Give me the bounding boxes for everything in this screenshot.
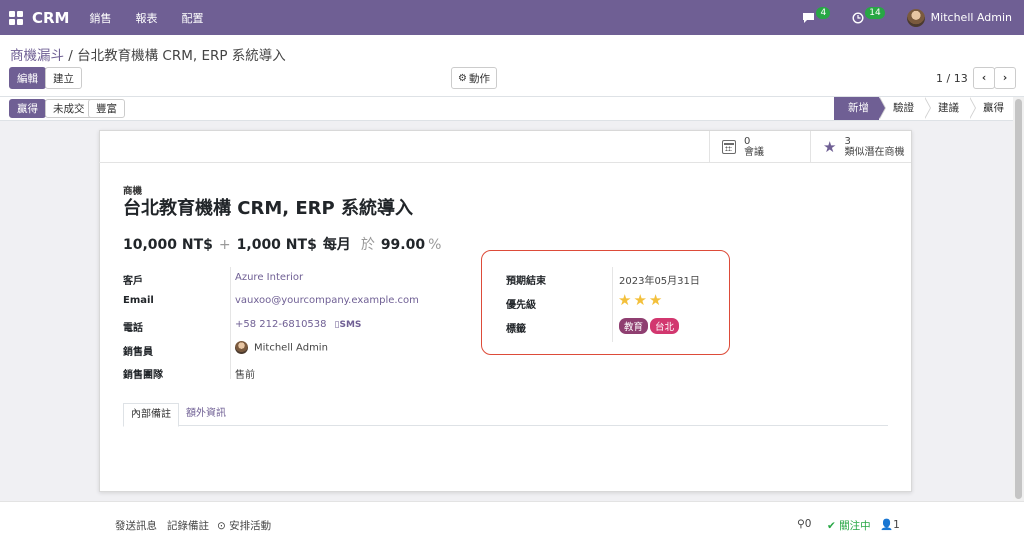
revenue-line: 10,000 NT$ +1,000 NT$ 每月於 99.00% — [123, 234, 441, 254]
messages-button[interactable]: 4 — [802, 6, 831, 24]
log-note-button[interactable]: 記錄備註 — [167, 518, 209, 533]
action-button[interactable]: ⚙ 動作 — [451, 67, 497, 89]
create-button[interactable]: 建立 — [45, 67, 82, 89]
status-bar: 贏得 未成交 豐富 新增 驗證 建議 贏得 — [0, 97, 1024, 121]
breadcrumb: 商機漏斗 / 台北教育機構 CRM, ERP 系統導入 — [10, 44, 286, 64]
chevron-left-icon: ‹ — [981, 72, 987, 84]
clock-icon: ⊙ — [217, 520, 226, 532]
opportunity-name-field[interactable]: 台北教育機構 CRM, ERP 系統導入 — [123, 194, 413, 220]
mark-lost-button[interactable]: 未成交 — [45, 99, 93, 118]
app-brand[interactable]: CRM — [32, 9, 70, 27]
edit-button[interactable]: 編輯 — [9, 67, 46, 89]
enrich-button[interactable]: 豐富 — [88, 99, 125, 118]
clock-icon — [852, 11, 864, 24]
meetings-smart-button[interactable]: 0 會議 — [709, 131, 810, 163]
form-sheet: 0 會議 ★ 3 類似潛在商機 商機 台北教育機構 CRM, ERP 系統導入 … — [98, 130, 912, 492]
navbar-right: 4 14 Mitchell Admin — [802, 0, 1024, 35]
sms-button[interactable]: ▯SMS — [335, 320, 362, 330]
schedule-activity-label: 安排活動 — [229, 520, 272, 532]
notebook-tabs: 內部備註 額外資訊 — [123, 403, 888, 427]
meetings-count: 0 — [744, 136, 751, 147]
meetings-text: 0 會議 — [744, 136, 764, 158]
followers-count: 1 — [893, 519, 900, 531]
user-menu[interactable]: Mitchell Admin — [931, 11, 1012, 24]
menu-sales[interactable]: 銷售 — [90, 10, 112, 26]
email-label: Email — [123, 295, 154, 306]
activities-button[interactable]: 14 — [852, 6, 885, 24]
user-icon: 👤 — [880, 519, 894, 531]
stage-pipeline: 新增 驗證 建議 贏得 — [834, 97, 1014, 120]
attachments-button[interactable]: ⚲0 — [797, 518, 811, 530]
top-navbar: CRM 銷售 報表 配置 4 14 Mitchell Admin — [0, 0, 1024, 35]
messages-badge: 4 — [816, 6, 831, 19]
chatter-bar: 發送訊息 記錄備註 ⊙ 安排活動 ⚲0 ✔ 關注中 👤1 — [0, 501, 1024, 547]
mark-won-button[interactable]: 贏得 — [9, 99, 46, 118]
check-icon: ✔ — [827, 520, 836, 532]
tab-internal-notes[interactable]: 內部備註 — [123, 403, 179, 427]
user-avatar[interactable] — [906, 8, 925, 27]
percent-sign: % — [428, 237, 442, 253]
at-label: 於 — [360, 237, 375, 253]
scrollbar[interactable] — [1013, 97, 1024, 501]
breadcrumb-separator: / — [64, 48, 78, 64]
similar-leads-smart-button[interactable]: ★ 3 類似潛在商機 — [810, 131, 911, 163]
pager-next-button[interactable]: › — [994, 67, 1016, 89]
action-label: 動作 — [468, 72, 490, 85]
chat-icon — [803, 12, 815, 23]
following-label: 關注中 — [839, 520, 871, 532]
similar-text: 3 類似潛在商機 — [844, 136, 904, 158]
scrollbar-thumb[interactable] — [1015, 99, 1022, 499]
email-field[interactable]: vauxoo@yourcompany.example.com — [235, 295, 419, 306]
pager-value[interactable]: 1 / 13 — [936, 72, 968, 85]
phone-field[interactable]: +58 212-6810538 — [235, 319, 327, 330]
highlight-annotation-box — [481, 250, 730, 355]
calendar-icon — [722, 140, 736, 154]
smart-buttons: 0 會議 ★ 3 類似潛在商機 — [98, 131, 911, 163]
stage-new[interactable]: 新增 — [834, 97, 886, 120]
recurring-revenue-field[interactable]: 1,000 NT$ — [237, 237, 317, 253]
expected-revenue-field[interactable]: 10,000 NT$ — [123, 237, 213, 253]
plus-sign: + — [218, 237, 231, 253]
meetings-label: 會議 — [744, 147, 764, 158]
team-label: 銷售團隊 — [123, 370, 163, 381]
star-icon: ★ — [823, 137, 837, 156]
phone-row: +58 212-6810538 ▯SMS — [235, 319, 361, 330]
paperclip-icon: ⚲ — [797, 518, 805, 530]
sms-label: SMS — [339, 320, 362, 330]
team-field[interactable]: 售前 — [235, 366, 255, 381]
salesperson-label: 銷售員 — [123, 347, 153, 358]
pager-previous-button[interactable]: ‹ — [973, 67, 995, 89]
similar-label: 類似潛在商機 — [844, 147, 905, 158]
chevron-right-icon: › — [1002, 72, 1008, 84]
customer-field[interactable]: Azure Interior — [235, 272, 303, 283]
tab-extra-info[interactable]: 額外資訊 — [179, 403, 233, 425]
attachments-count: 0 — [804, 518, 812, 530]
menu-reports[interactable]: 報表 — [136, 10, 158, 26]
activities-badge: 14 — [865, 6, 885, 19]
apps-menu-icon[interactable] — [9, 10, 23, 25]
following-button[interactable]: ✔ 關注中 — [827, 518, 871, 533]
field-separator-left — [230, 267, 231, 379]
gear-icon: ⚙ — [458, 72, 467, 84]
salesperson-row: Mitchell Admin — [235, 341, 328, 354]
followers-button[interactable]: 👤1 — [880, 518, 900, 531]
phone-label: 電話 — [123, 323, 143, 334]
send-message-button[interactable]: 發送訊息 — [115, 518, 157, 533]
breadcrumb-current: 台北教育機構 CRM, ERP 系統導入 — [77, 48, 286, 64]
control-panel: 商機漏斗 / 台北教育機構 CRM, ERP 系統導入 編輯 建立 ⚙ 動作 1 … — [0, 35, 1024, 97]
salesperson-field[interactable]: Mitchell Admin — [254, 343, 328, 354]
schedule-activity-button[interactable]: ⊙ 安排活動 — [217, 518, 271, 533]
salesperson-avatar — [235, 341, 248, 354]
customer-label: 客戶 — [123, 276, 143, 287]
breadcrumb-pipeline[interactable]: 商機漏斗 — [10, 48, 64, 64]
menu-configuration[interactable]: 配置 — [182, 10, 204, 26]
recurring-plan-field[interactable]: 每月 — [323, 237, 351, 253]
probability-field[interactable]: 99.00 — [381, 237, 425, 253]
similar-count: 3 — [844, 136, 851, 147]
